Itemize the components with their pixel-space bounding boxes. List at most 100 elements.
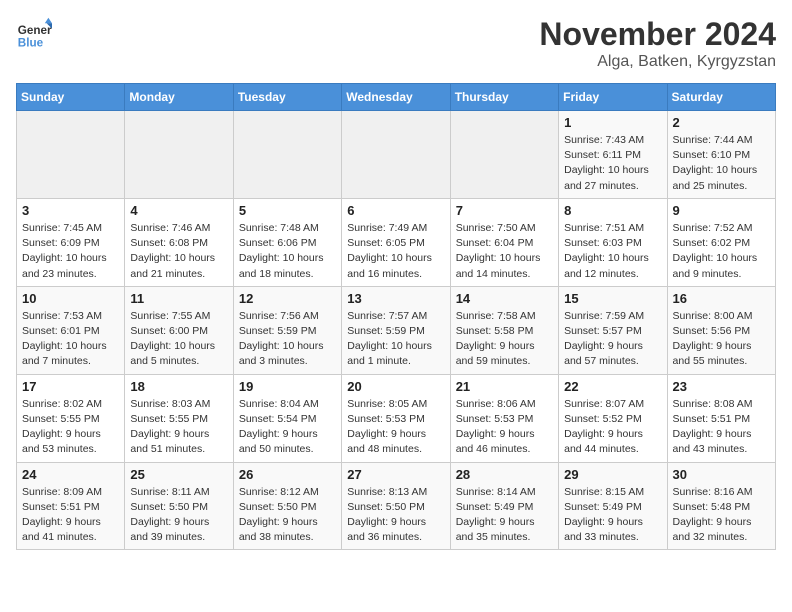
calendar-cell	[450, 111, 558, 199]
calendar-cell	[17, 111, 125, 199]
calendar-cell: 13 Sunrise: 7:57 AM Sunset: 5:59 PM Dayli…	[342, 286, 450, 374]
calendar-cell: 18 Sunrise: 8:03 AM Sunset: 5:55 PM Dayli…	[125, 374, 233, 462]
day-info: Sunrise: 8:12 AM Sunset: 5:50 PM Dayligh…	[239, 485, 336, 546]
calendar-cell: 15 Sunrise: 7:59 AM Sunset: 5:57 PM Dayli…	[559, 286, 667, 374]
page-header: General Blue November 2024 Alga, Batken,…	[16, 16, 776, 71]
calendar-cell: 14 Sunrise: 7:58 AM Sunset: 5:58 PM Dayli…	[450, 286, 558, 374]
day-number: 1	[564, 115, 661, 130]
weekday-header-thursday: Thursday	[450, 84, 558, 111]
calendar-cell: 2 Sunrise: 7:44 AM Sunset: 6:10 PM Daylig…	[667, 111, 775, 199]
day-info: Sunrise: 7:43 AM Sunset: 6:11 PM Dayligh…	[564, 133, 661, 194]
calendar-cell: 17 Sunrise: 8:02 AM Sunset: 5:55 PM Dayli…	[17, 374, 125, 462]
day-number: 2	[673, 115, 770, 130]
day-number: 5	[239, 203, 336, 218]
day-number: 8	[564, 203, 661, 218]
logo-icon: General Blue	[16, 16, 52, 52]
calendar-cell: 12Sunrise: 7:56 AM Sunset: 5:59 PM Dayli…	[233, 286, 341, 374]
calendar-cell	[342, 111, 450, 199]
day-number: 4	[130, 203, 227, 218]
day-info: Sunrise: 8:03 AM Sunset: 5:55 PM Dayligh…	[130, 397, 227, 458]
day-info: Sunrise: 7:45 AM Sunset: 6:09 PM Dayligh…	[22, 221, 119, 282]
calendar-cell: 24Sunrise: 8:09 AM Sunset: 5:51 PM Dayli…	[17, 462, 125, 550]
day-info: Sunrise: 7:52 AM Sunset: 6:02 PM Dayligh…	[673, 221, 770, 282]
weekday-header-wednesday: Wednesday	[342, 84, 450, 111]
calendar-cell: 26Sunrise: 8:12 AM Sunset: 5:50 PM Dayli…	[233, 462, 341, 550]
day-number: 16	[673, 291, 770, 306]
calendar-cell: 25 Sunrise: 8:11 AM Sunset: 5:50 PM Dayli…	[125, 462, 233, 550]
weekday-header-monday: Monday	[125, 84, 233, 111]
day-number: 29	[564, 467, 661, 482]
calendar-cell: 1 Sunrise: 7:43 AM Sunset: 6:11 PM Daylig…	[559, 111, 667, 199]
day-info: Sunrise: 7:55 AM Sunset: 6:00 PM Dayligh…	[130, 309, 227, 370]
calendar-cell: 5 Sunrise: 7:48 AM Sunset: 6:06 PM Daylig…	[233, 198, 341, 286]
day-info: Sunrise: 7:44 AM Sunset: 6:10 PM Dayligh…	[673, 133, 770, 194]
calendar-cell: 9 Sunrise: 7:52 AM Sunset: 6:02 PM Daylig…	[667, 198, 775, 286]
svg-text:Blue: Blue	[18, 37, 44, 50]
day-number: 19	[239, 379, 336, 394]
calendar-cell: 6 Sunrise: 7:49 AM Sunset: 6:05 PM Daylig…	[342, 198, 450, 286]
day-number: 23	[673, 379, 770, 394]
day-number: 17	[22, 379, 119, 394]
day-info: Sunrise: 8:15 AM Sunset: 5:49 PM Dayligh…	[564, 485, 661, 546]
day-info: Sunrise: 7:51 AM Sunset: 6:03 PM Dayligh…	[564, 221, 661, 282]
month-title: November 2024	[539, 16, 776, 53]
calendar-cell: 30Sunrise: 8:16 AM Sunset: 5:48 PM Dayli…	[667, 462, 775, 550]
day-number: 3	[22, 203, 119, 218]
calendar-cell: 19Sunrise: 8:04 AM Sunset: 5:54 PM Dayli…	[233, 374, 341, 462]
day-number: 7	[456, 203, 553, 218]
day-info: Sunrise: 8:05 AM Sunset: 5:53 PM Dayligh…	[347, 397, 444, 458]
weekday-header-sunday: Sunday	[17, 84, 125, 111]
day-info: Sunrise: 8:11 AM Sunset: 5:50 PM Dayligh…	[130, 485, 227, 546]
day-number: 24	[22, 467, 119, 482]
day-info: Sunrise: 8:06 AM Sunset: 5:53 PM Dayligh…	[456, 397, 553, 458]
calendar-cell: 23 Sunrise: 8:08 AM Sunset: 5:51 PM Dayli…	[667, 374, 775, 462]
calendar-table: SundayMondayTuesdayWednesdayThursdayFrid…	[16, 83, 776, 550]
calendar-cell: 21 Sunrise: 8:06 AM Sunset: 5:53 PM Dayli…	[450, 374, 558, 462]
weekday-header-friday: Friday	[559, 84, 667, 111]
day-info: Sunrise: 8:13 AM Sunset: 5:50 PM Dayligh…	[347, 485, 444, 546]
day-number: 20	[347, 379, 444, 394]
calendar-cell: 10 Sunrise: 7:53 AM Sunset: 6:01 PM Dayli…	[17, 286, 125, 374]
calendar-cell: 11Sunrise: 7:55 AM Sunset: 6:00 PM Dayli…	[125, 286, 233, 374]
calendar-cell: 16 Sunrise: 8:00 AM Sunset: 5:56 PM Dayli…	[667, 286, 775, 374]
calendar-cell: 27 Sunrise: 8:13 AM Sunset: 5:50 PM Dayli…	[342, 462, 450, 550]
calendar-cell: 3 Sunrise: 7:45 AM Sunset: 6:09 PM Daylig…	[17, 198, 125, 286]
day-number: 13	[347, 291, 444, 306]
day-info: Sunrise: 7:56 AM Sunset: 5:59 PM Dayligh…	[239, 309, 336, 370]
day-number: 22	[564, 379, 661, 394]
day-info: Sunrise: 8:14 AM Sunset: 5:49 PM Dayligh…	[456, 485, 553, 546]
day-info: Sunrise: 7:57 AM Sunset: 5:59 PM Dayligh…	[347, 309, 444, 370]
calendar-cell: 28 Sunrise: 8:14 AM Sunset: 5:49 PM Dayli…	[450, 462, 558, 550]
svg-text:General: General	[18, 24, 52, 37]
day-number: 28	[456, 467, 553, 482]
day-info: Sunrise: 7:53 AM Sunset: 6:01 PM Dayligh…	[22, 309, 119, 370]
calendar-cell	[233, 111, 341, 199]
day-info: Sunrise: 8:07 AM Sunset: 5:52 PM Dayligh…	[564, 397, 661, 458]
day-info: Sunrise: 8:08 AM Sunset: 5:51 PM Dayligh…	[673, 397, 770, 458]
calendar-cell: 4 Sunrise: 7:46 AM Sunset: 6:08 PM Daylig…	[125, 198, 233, 286]
day-number: 15	[564, 291, 661, 306]
day-number: 14	[456, 291, 553, 306]
day-info: Sunrise: 8:00 AM Sunset: 5:56 PM Dayligh…	[673, 309, 770, 370]
day-info: Sunrise: 7:50 AM Sunset: 6:04 PM Dayligh…	[456, 221, 553, 282]
day-info: Sunrise: 7:49 AM Sunset: 6:05 PM Dayligh…	[347, 221, 444, 282]
weekday-header-tuesday: Tuesday	[233, 84, 341, 111]
day-number: 25	[130, 467, 227, 482]
day-number: 9	[673, 203, 770, 218]
day-number: 18	[130, 379, 227, 394]
calendar-cell: 7 Sunrise: 7:50 AM Sunset: 6:04 PM Daylig…	[450, 198, 558, 286]
day-number: 6	[347, 203, 444, 218]
day-number: 27	[347, 467, 444, 482]
calendar-cell: 20 Sunrise: 8:05 AM Sunset: 5:53 PM Dayli…	[342, 374, 450, 462]
day-number: 10	[22, 291, 119, 306]
day-number: 21	[456, 379, 553, 394]
day-info: Sunrise: 7:48 AM Sunset: 6:06 PM Dayligh…	[239, 221, 336, 282]
calendar-cell	[125, 111, 233, 199]
weekday-header-saturday: Saturday	[667, 84, 775, 111]
title-block: November 2024 Alga, Batken, Kyrgyzstan	[539, 16, 776, 71]
day-info: Sunrise: 8:02 AM Sunset: 5:55 PM Dayligh…	[22, 397, 119, 458]
day-info: Sunrise: 7:59 AM Sunset: 5:57 PM Dayligh…	[564, 309, 661, 370]
day-info: Sunrise: 7:58 AM Sunset: 5:58 PM Dayligh…	[456, 309, 553, 370]
calendar-cell: 8 Sunrise: 7:51 AM Sunset: 6:03 PM Daylig…	[559, 198, 667, 286]
day-info: Sunrise: 7:46 AM Sunset: 6:08 PM Dayligh…	[130, 221, 227, 282]
